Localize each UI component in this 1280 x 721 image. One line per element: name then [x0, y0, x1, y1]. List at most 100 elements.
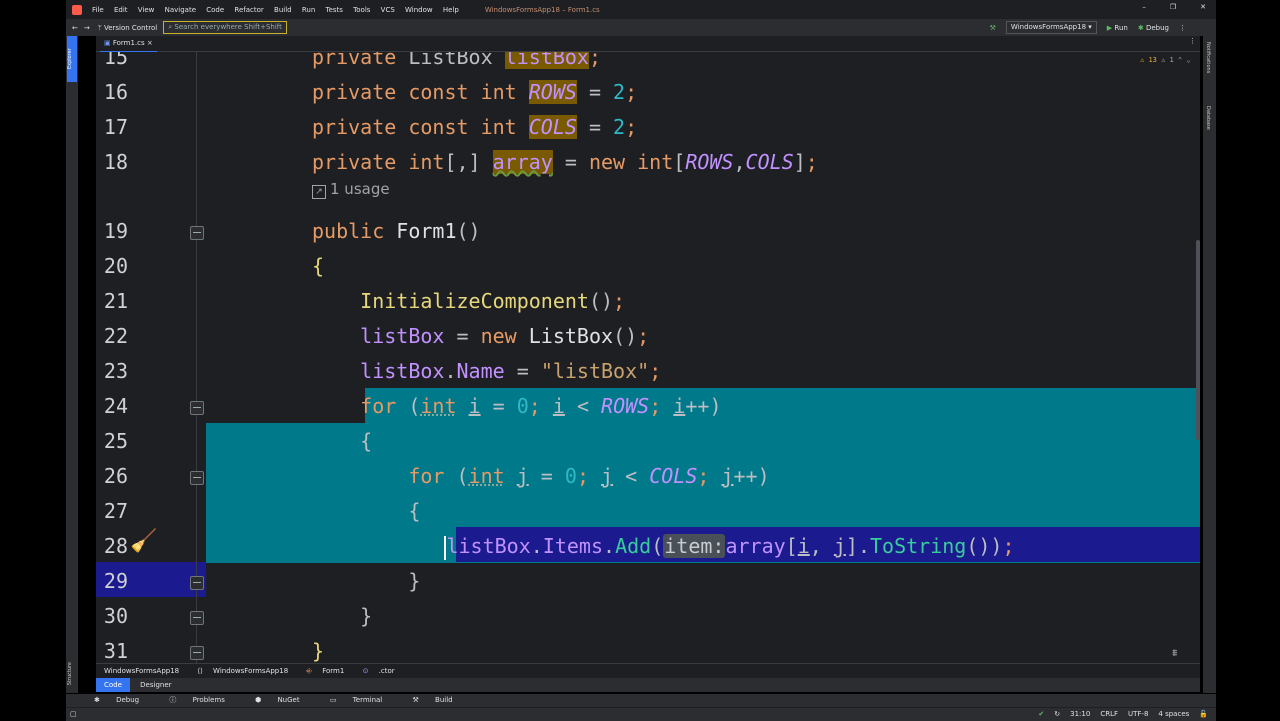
namespace-icon: ⟨⟩ — [197, 667, 206, 675]
menu-help[interactable]: Help — [443, 6, 459, 14]
menu-vcs[interactable]: VCS — [381, 6, 395, 14]
search-placeholder: Search everywhere Shift+Shift — [174, 23, 282, 31]
fold-toggle-icon[interactable] — [190, 576, 204, 590]
code-designer-tabs: Code Designer — [96, 678, 1200, 692]
fold-toggle-icon[interactable] — [190, 401, 204, 415]
fold-toggle-icon[interactable] — [190, 471, 204, 485]
code-cleanup-brush-icon[interactable]: 🧹 — [130, 529, 157, 554]
usage-arrow-icon: ↗ — [312, 185, 326, 199]
code-line: 20 { — [96, 249, 1200, 284]
line-number: 17 — [103, 115, 128, 139]
file-encoding[interactable]: UTF-8 — [1128, 708, 1148, 721]
close-tab-icon[interactable]: × — [147, 39, 153, 47]
line-number: 27 — [103, 499, 128, 523]
inspection-widget[interactable]: ⚠ 13 ⚠ 1 ⌃ ⌄ — [1140, 56, 1191, 64]
line-separator[interactable]: CRLF — [1100, 708, 1118, 721]
tool-window-bar: ✱ Debug ⓘ Problems ⬢ NuGet ▭ Terminal ⚒ … — [66, 694, 1216, 707]
code-text: { — [312, 429, 373, 453]
tool-terminal[interactable]: ▭ Terminal — [316, 696, 382, 704]
indent-setting[interactable]: 4 spaces — [1158, 708, 1189, 721]
line-number: 30 — [103, 604, 128, 628]
forward-icon[interactable]: → — [84, 24, 90, 32]
right-tool-strip: Notifications Database — [1203, 36, 1216, 693]
lock-icon[interactable]: 🔓 — [1199, 708, 1208, 721]
run-button[interactable]: ▶ Run — [1107, 24, 1128, 32]
menu-window[interactable]: Window — [405, 6, 433, 14]
menu-tests[interactable]: Tests — [326, 6, 343, 14]
tab-form1-cs[interactable]: ▣ Form1.cs × — [100, 36, 157, 53]
fold-toggle-icon[interactable] — [190, 611, 204, 625]
more-icon[interactable]: ⋮ — [1179, 24, 1186, 32]
code-text: for (int i = 0; i < ROWS; i++) — [360, 394, 722, 418]
tab-menu-icon[interactable]: ⋮ — [1189, 37, 1196, 45]
explorer-tool-button[interactable]: Explorer — [67, 36, 77, 82]
tool-build[interactable]: ⚒ Build — [399, 696, 453, 704]
tool-nuget-label: NuGet — [277, 696, 300, 704]
bug-icon: ✱ — [94, 696, 103, 704]
menu-build[interactable]: Build — [274, 6, 292, 14]
weak-warning-count: 1 — [1169, 56, 1174, 64]
breadcrumb-project[interactable]: WindowsFormsApp18 — [104, 667, 179, 675]
menu-run[interactable]: Run — [302, 6, 315, 14]
breadcrumb-member[interactable]: ⊙ .ctor — [355, 667, 395, 675]
tool-nuget[interactable]: ⬢ NuGet — [241, 696, 300, 704]
structure-tool-button[interactable]: Structure — [67, 662, 73, 685]
menu-file[interactable]: File — [92, 6, 104, 14]
breadcrumb-class[interactable]: ⎆ Form1 — [298, 667, 344, 675]
code-text: private ListBox listBox; — [312, 52, 601, 75]
menu-view[interactable]: View — [138, 6, 155, 14]
method-icon: ⊙ — [362, 667, 371, 675]
code-editor[interactable]: 15 private ListBox listBox; 16 private c… — [96, 52, 1200, 663]
caret-position[interactable]: 31:10 — [1070, 708, 1090, 721]
code-line: 19 public Form1() — [96, 214, 1200, 249]
reader-mode-icon[interactable]: ⩩ — [1172, 648, 1177, 659]
code-text: for (int j = 0; j < COLS; j++) — [408, 464, 770, 488]
rider-logo-icon — [72, 4, 82, 15]
restore-icon[interactable]: ❐ — [1170, 3, 1176, 11]
tool-debug[interactable]: ✱ Debug — [80, 696, 139, 704]
hammer-icon[interactable]: ⚒ — [990, 24, 996, 32]
code-text: public Form1() — [312, 219, 481, 243]
main-toolbar: ← → ᛘ Version Control ⌕ Search everywher… — [66, 19, 1216, 36]
minimize-icon[interactable]: – — [1142, 3, 1146, 11]
menu-edit[interactable]: Edit — [114, 6, 128, 14]
left-tool-strip: Explorer Structure — [66, 36, 78, 693]
fold-toggle-icon[interactable] — [190, 226, 204, 240]
code-line: 29 } — [96, 564, 1200, 599]
menu-code[interactable]: Code — [206, 6, 224, 14]
code-text: private const int COLS = 2; — [312, 115, 638, 139]
close-icon[interactable]: ✕ — [1200, 3, 1206, 11]
csharp-file-icon: ▣ — [104, 39, 111, 47]
line-number: 18 — [103, 150, 128, 174]
code-line: 23 listBox.Name = "listBox"; — [96, 354, 1200, 389]
version-control-button[interactable]: Version Control — [104, 24, 157, 32]
editor-scrollbar[interactable] — [1196, 240, 1200, 440]
run-config-selector[interactable]: WindowsFormsApp18 ▾ — [1005, 21, 1097, 34]
line-number: 29 — [103, 569, 128, 593]
chevron-down-icon[interactable]: ⌄ — [1186, 56, 1190, 64]
notifications-tool-button[interactable]: Notifications — [1205, 42, 1211, 73]
search-everywhere[interactable]: ⌕ Search everywhere Shift+Shift — [163, 21, 287, 34]
warning-icon: ⚠ — [1140, 56, 1145, 64]
code-line: 22 listBox = new ListBox(); — [96, 319, 1200, 354]
code-line: 21 InitializeComponent(); — [96, 284, 1200, 319]
usage-hint[interactable]: ↗ 1 usage — [312, 180, 390, 199]
line-number: 26 — [103, 464, 128, 488]
tab-code[interactable]: Code — [96, 678, 130, 692]
database-tool-button[interactable]: Database — [1205, 106, 1211, 130]
bug-icon: ✱ — [1137, 23, 1144, 32]
code-text: { — [312, 254, 325, 278]
tool-problems[interactable]: ⓘ Problems — [155, 696, 225, 704]
tab-designer[interactable]: Designer — [132, 678, 179, 692]
main-menu: File Edit View Navigate Code Refactor Bu… — [88, 6, 463, 14]
status-square-icon[interactable]: ▢ — [70, 710, 77, 718]
debug-button[interactable]: ✱ Debug — [1138, 24, 1169, 32]
menu-navigate[interactable]: Navigate — [165, 6, 196, 14]
back-icon[interactable]: ← — [72, 24, 78, 32]
fold-toggle-icon[interactable] — [190, 646, 204, 660]
chevron-up-icon[interactable]: ⌃ — [1178, 56, 1182, 64]
menu-tools[interactable]: Tools — [353, 6, 370, 14]
code-text: } — [312, 639, 325, 663]
breadcrumb-namespace[interactable]: ⟨⟩ WindowsFormsApp18 — [189, 667, 288, 675]
menu-refactor[interactable]: Refactor — [234, 6, 263, 14]
